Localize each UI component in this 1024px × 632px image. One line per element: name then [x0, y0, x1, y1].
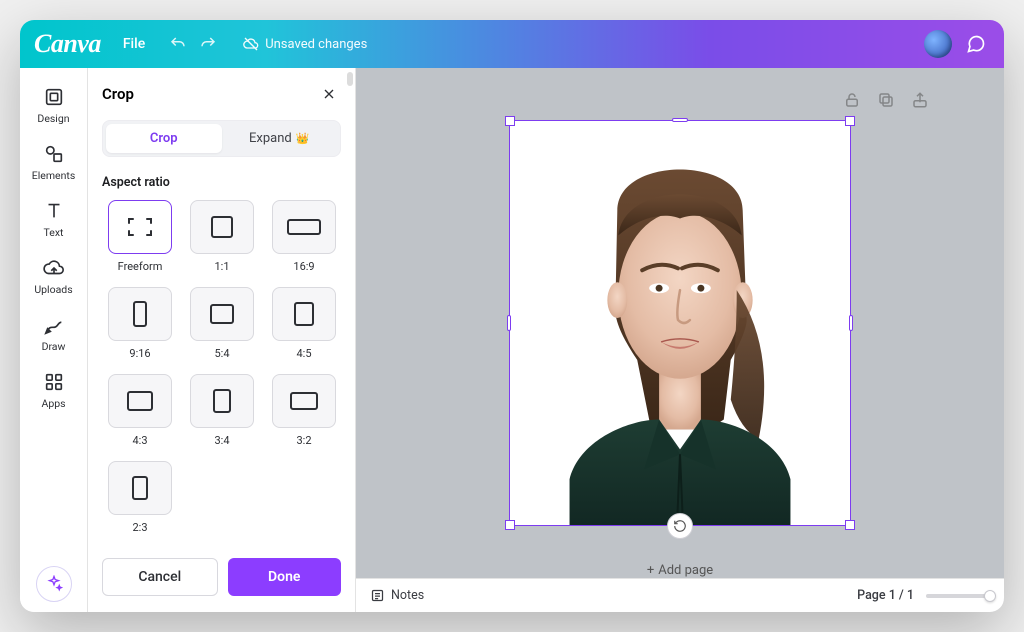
globe-avatar-icon[interactable] — [924, 30, 952, 58]
sidebar-item-text[interactable]: Text — [24, 192, 84, 249]
cloud-off-icon — [243, 36, 259, 52]
close-icon[interactable] — [317, 82, 341, 106]
undo-icon[interactable] — [163, 29, 193, 59]
notes-button[interactable]: Notes — [370, 588, 424, 603]
crop-handle-left[interactable] — [507, 315, 511, 331]
ratio-label: 2:3 — [132, 521, 147, 534]
ratio-4-5[interactable] — [272, 287, 336, 341]
crop-handle-bl[interactable] — [505, 520, 515, 530]
topbar: Canva File Unsaved changes — [20, 20, 1004, 68]
ratio-label: 9:16 — [129, 347, 150, 360]
chat-icon[interactable] — [962, 30, 990, 58]
ratio-label: 5:4 — [214, 347, 229, 360]
crop-handle-top[interactable] — [672, 118, 688, 122]
ratio-4-3[interactable] — [108, 374, 172, 428]
aspect-ratio-grid: Freeform 1:1 16:9 9:16 5:4 4:5 4:3 3:4 3:2 2:3 — [88, 196, 355, 538]
redo-icon[interactable] — [193, 29, 223, 59]
sidebar-item-design[interactable]: Design — [24, 78, 84, 135]
page-indicator: Page 1 / 1 — [857, 588, 914, 603]
crop-handle-br[interactable] — [845, 520, 855, 530]
cancel-button[interactable]: Cancel — [102, 558, 218, 596]
ratio-label: 4:3 — [132, 434, 147, 447]
ratio-label: 3:2 — [296, 434, 311, 447]
zoom-thumb[interactable] — [984, 590, 996, 602]
crop-expand-tabs: Crop Expand👑 — [102, 120, 341, 157]
canvas-area: + Add page Notes Page 1 / 1 — [356, 68, 1004, 612]
ratio-16-9[interactable] — [272, 200, 336, 254]
crown-icon: 👑 — [296, 132, 310, 145]
ratio-label: 3:4 — [214, 434, 229, 447]
crop-handle-tl[interactable] — [505, 116, 515, 126]
crop-panel: Crop Crop Expand👑 Aspect ratio Freeform 1… — [88, 68, 356, 612]
aspect-ratio-label: Aspect ratio — [88, 161, 355, 196]
ratio-3-4[interactable] — [190, 374, 254, 428]
ratio-2-3[interactable] — [108, 461, 172, 515]
crop-handle-right[interactable] — [849, 315, 853, 331]
panel-scrollbar[interactable] — [347, 72, 353, 86]
done-button[interactable]: Done — [228, 558, 342, 596]
rotate-handle[interactable] — [667, 513, 693, 539]
ratio-label: Freeform — [118, 260, 163, 273]
magic-button[interactable] — [36, 566, 72, 602]
ratio-label: 4:5 — [296, 347, 311, 360]
ratio-9-16[interactable] — [108, 287, 172, 341]
notes-icon — [370, 588, 385, 603]
panel-title: Crop — [102, 85, 134, 103]
ratio-freeform[interactable] — [108, 200, 172, 254]
portrait-content — [510, 121, 850, 525]
ratio-label: 1:1 — [214, 260, 229, 273]
selected-image[interactable] — [509, 120, 851, 526]
bottom-bar: Notes Page 1 / 1 — [356, 578, 1004, 612]
plus-icon: + — [647, 563, 654, 578]
tab-expand[interactable]: Expand👑 — [222, 124, 338, 153]
ratio-3-2[interactable] — [272, 374, 336, 428]
tab-crop[interactable]: Crop — [106, 124, 222, 153]
canva-logo: Canva — [34, 29, 101, 59]
unsaved-status: Unsaved changes — [243, 36, 367, 52]
sidebar-item-draw[interactable]: Draw — [24, 306, 84, 363]
crop-handle-tr[interactable] — [845, 116, 855, 126]
ratio-label: 16:9 — [293, 260, 314, 273]
ratio-5-4[interactable] — [190, 287, 254, 341]
sidebar-item-elements[interactable]: Elements — [24, 135, 84, 192]
sidebar-item-uploads[interactable]: Uploads — [24, 249, 84, 306]
file-menu[interactable]: File — [123, 36, 145, 52]
ratio-1-1[interactable] — [190, 200, 254, 254]
add-page-button[interactable]: + Add page — [647, 563, 713, 578]
zoom-slider[interactable] — [926, 594, 990, 598]
sidebar-item-apps[interactable]: Apps — [24, 363, 84, 420]
left-sidebar: Design Elements Text Uploads Draw Apps — [20, 68, 88, 612]
